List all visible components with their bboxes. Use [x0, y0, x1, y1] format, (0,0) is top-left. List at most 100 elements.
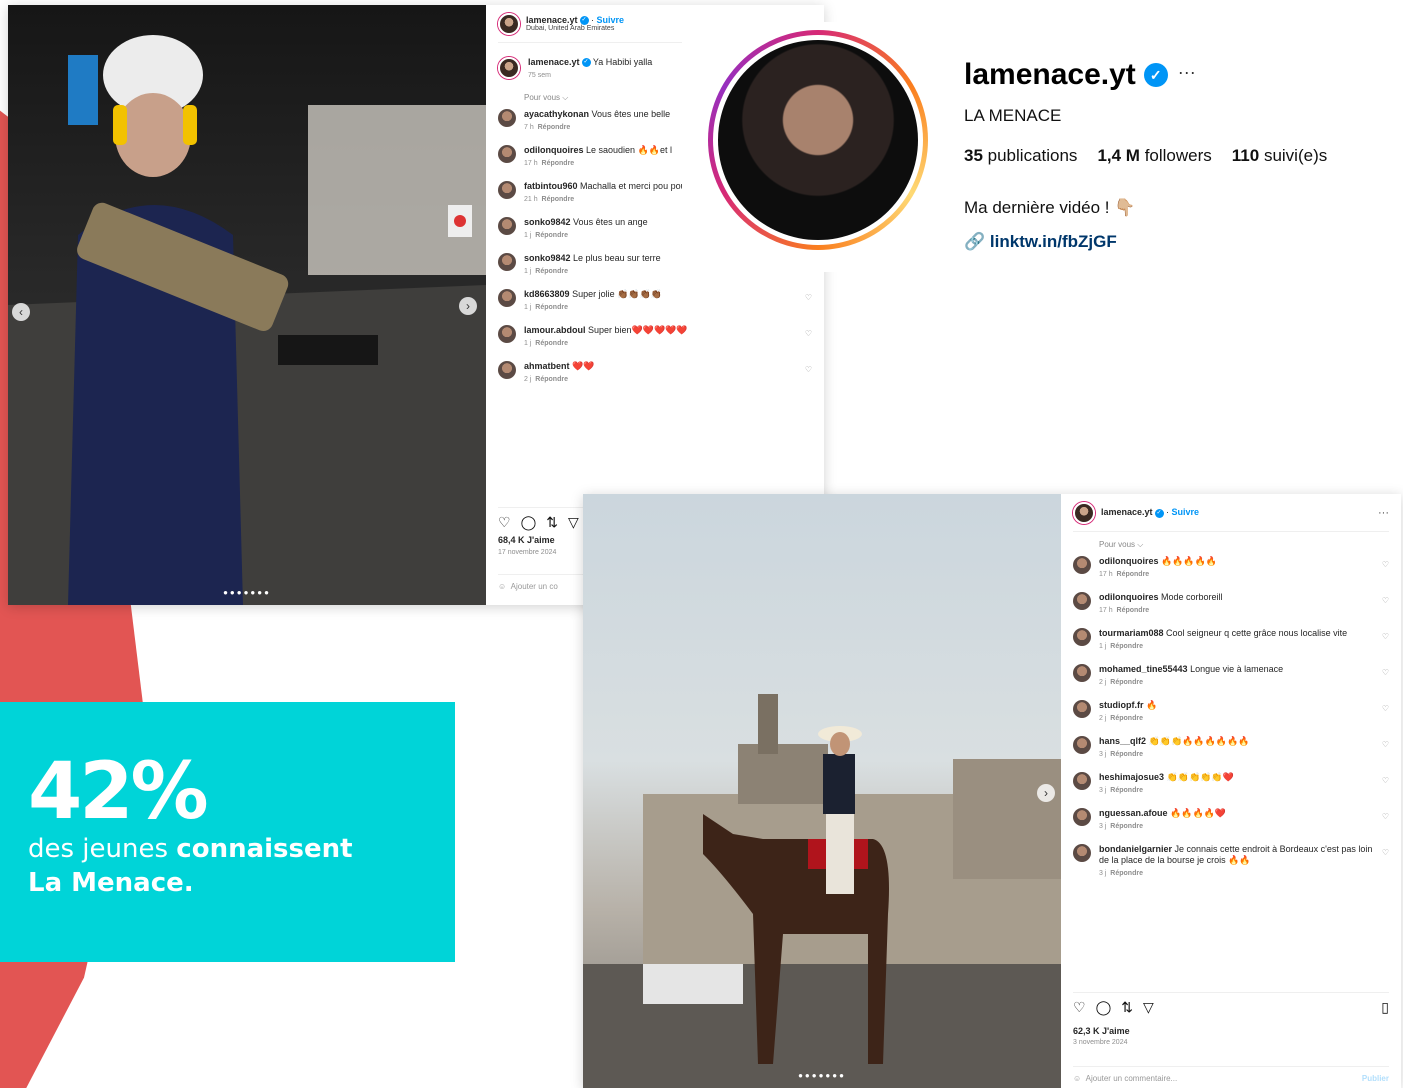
comment-like-icon[interactable]: ♡ — [1382, 740, 1389, 749]
comment-like-icon[interactable]: ♡ — [1382, 848, 1389, 857]
reply-button[interactable]: Répondre — [535, 268, 568, 275]
reply-button[interactable]: Répondre — [1110, 679, 1143, 686]
share-icon[interactable]: ▽ — [568, 514, 579, 531]
publish-button[interactable]: Publier — [1362, 1074, 1389, 1083]
commenter-avatar[interactable] — [498, 289, 516, 307]
follow-button[interactable]: Suivre — [1172, 507, 1200, 517]
comment-username[interactable]: heshimajosue3 — [1099, 772, 1164, 782]
next-arrow-icon[interactable]: › — [1037, 784, 1055, 802]
commenter-avatar[interactable] — [1073, 628, 1091, 646]
comment-like-icon[interactable]: ♡ — [1382, 704, 1389, 713]
username[interactable]: lamenace.yt — [1101, 507, 1153, 517]
post-photo-horse[interactable]: › ●●●●●●● — [583, 494, 1063, 1088]
commenter-avatar[interactable] — [498, 253, 516, 271]
comment-username[interactable]: ayacathykonan — [524, 109, 589, 119]
section-for-you[interactable]: Pour vous ⌵ — [1099, 540, 1389, 550]
like-icon[interactable]: ♡ — [1073, 999, 1086, 1016]
comment-username[interactable]: kd8663809 — [524, 289, 570, 299]
comment-username[interactable]: lamour.abdoul — [524, 325, 586, 335]
commenter-avatar[interactable] — [1073, 556, 1091, 574]
emoji-icon[interactable]: ☺ — [498, 582, 506, 591]
profile-link[interactable]: 🔗 linktw.in/fbZjGF — [964, 232, 1117, 252]
comment-like-icon[interactable]: ♡ — [805, 365, 812, 374]
comment-username[interactable]: hans__qlf2 — [1099, 736, 1146, 746]
save-icon[interactable]: ▯ — [1381, 999, 1389, 1016]
followers-stat[interactable]: 1,4 M followers — [1097, 146, 1211, 166]
reply-button[interactable]: Répondre — [535, 304, 568, 311]
comment-like-icon[interactable]: ♡ — [1382, 668, 1389, 677]
reply-button[interactable]: Répondre — [1110, 870, 1143, 877]
caption-username[interactable]: lamenace.yt — [528, 57, 580, 67]
like-count[interactable]: 62,3 K J'aime — [1073, 1026, 1130, 1036]
commenter-avatar[interactable] — [498, 145, 516, 163]
commenter-avatar[interactable] — [1073, 736, 1091, 754]
location[interactable]: Dubai, United Arab Emirates — [526, 25, 624, 32]
caption-avatar[interactable] — [498, 57, 520, 79]
commenter-avatar[interactable] — [1073, 700, 1091, 718]
more-options-icon[interactable]: ··· — [1378, 507, 1389, 519]
repost-icon[interactable]: ⇅ — [546, 514, 558, 531]
reply-button[interactable]: Répondre — [1110, 751, 1143, 758]
follow-button[interactable]: Suivre — [597, 15, 625, 25]
comment-like-icon[interactable]: ♡ — [1382, 560, 1389, 569]
reply-button[interactable]: Répondre — [542, 160, 575, 167]
comment-icon[interactable]: ◯ — [521, 514, 537, 531]
comment-like-icon[interactable]: ♡ — [1382, 596, 1389, 605]
repost-icon[interactable]: ⇅ — [1121, 999, 1133, 1016]
comment-username[interactable]: sonko9842 — [524, 253, 571, 263]
reply-button[interactable]: Répondre — [535, 340, 568, 347]
commenter-avatar[interactable] — [498, 217, 516, 235]
comment-like-icon[interactable]: ♡ — [1382, 812, 1389, 821]
commenter-avatar[interactable] — [1073, 664, 1091, 682]
comment-username[interactable]: tourmariam088 — [1099, 628, 1164, 638]
comment-username[interactable]: odilonquoires — [1099, 592, 1159, 602]
emoji-icon[interactable]: ☺ — [1073, 1074, 1081, 1083]
comment-like-icon[interactable]: ♡ — [805, 293, 812, 302]
story-ring[interactable] — [708, 30, 928, 250]
commenter-avatar[interactable] — [1073, 772, 1091, 790]
reply-button[interactable]: Répondre — [1110, 823, 1143, 830]
comment-username[interactable]: nguessan.afoue — [1099, 808, 1168, 818]
reply-button[interactable]: Répondre — [1117, 607, 1150, 614]
commenter-avatar[interactable] — [1073, 844, 1091, 862]
reply-button[interactable]: Répondre — [1110, 643, 1143, 650]
commenter-avatar[interactable] — [1073, 808, 1091, 826]
commenter-avatar[interactable] — [498, 361, 516, 379]
reply-button[interactable]: Répondre — [542, 196, 575, 203]
comment-username[interactable]: mohamed_tine55443 — [1099, 664, 1188, 674]
next-arrow-icon[interactable]: › — [459, 297, 477, 315]
reply-button[interactable]: Répondre — [1110, 715, 1143, 722]
reply-button[interactable]: Répondre — [1117, 571, 1150, 578]
more-options-icon[interactable]: ··· — [1178, 62, 1196, 82]
comment-username[interactable]: odilonquoires — [524, 145, 584, 155]
reply-button[interactable]: Répondre — [1110, 787, 1143, 794]
comment-username[interactable]: fatbintou960 — [524, 181, 578, 191]
like-icon[interactable]: ♡ — [498, 514, 511, 531]
comment-like-icon[interactable]: ♡ — [1382, 632, 1389, 641]
following-stat[interactable]: 110 suivi(e)s — [1232, 146, 1327, 166]
username[interactable]: lamenace.yt — [526, 15, 578, 25]
comment-username[interactable]: ahmatbent — [524, 361, 570, 371]
add-comment-input[interactable]: ☺ Ajouter un commentaire... Publier — [1073, 1066, 1389, 1083]
reply-button[interactable]: Répondre — [535, 376, 568, 383]
comment-username[interactable]: sonko9842 — [524, 217, 571, 227]
comment-icon[interactable]: ◯ — [1096, 999, 1112, 1016]
commenter-avatar[interactable] — [498, 325, 516, 343]
comment-username[interactable]: studiopf.fr — [1099, 700, 1144, 710]
reply-button[interactable]: Répondre — [535, 232, 568, 239]
commenter-avatar[interactable] — [1073, 592, 1091, 610]
commenter-avatar[interactable] — [498, 181, 516, 199]
previous-arrow-icon[interactable]: ‹ — [12, 303, 30, 321]
comment-username[interactable]: bondanielgarnier — [1099, 844, 1172, 854]
comment-username[interactable]: odilonquoires — [1099, 556, 1159, 566]
publications-stat[interactable]: 35 publications — [964, 146, 1077, 166]
comment-like-icon[interactable]: ♡ — [805, 329, 812, 338]
avatar[interactable] — [498, 12, 520, 35]
commenter-avatar[interactable] — [498, 109, 516, 127]
share-icon[interactable]: ▽ — [1143, 999, 1154, 1016]
reply-button[interactable]: Répondre — [538, 124, 571, 131]
comment-like-icon[interactable]: ♡ — [1382, 776, 1389, 785]
like-count[interactable]: 68,4 K J'aime — [498, 535, 555, 545]
avatar[interactable] — [1073, 501, 1095, 524]
post-photo-shooting-range[interactable]: ‹ › ●●●●●●● — [8, 5, 486, 605]
